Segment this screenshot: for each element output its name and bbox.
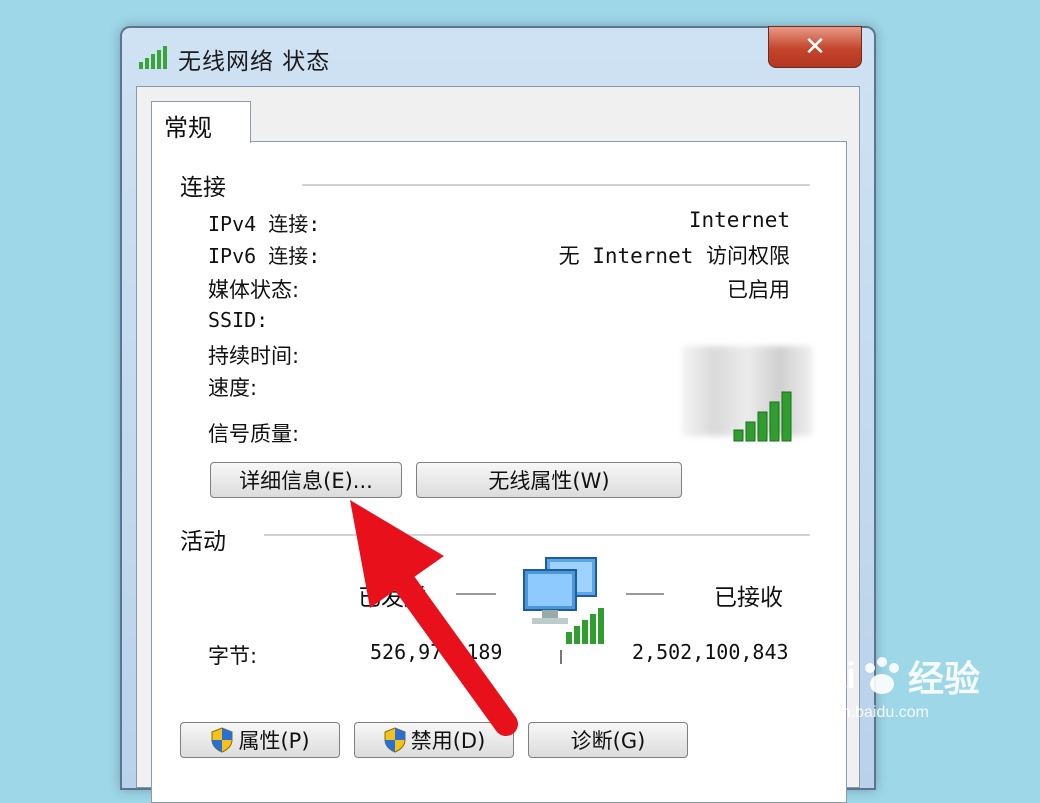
ipv6-value: 无 Internet 访问权限 [558, 244, 790, 268]
sent-label: 已发送 [358, 585, 427, 611]
wireless-properties-label: 无线属性(W) [488, 469, 610, 493]
signal-quality-label: 信号质量: [208, 422, 300, 446]
watermark-url: jingyan.baidu.com [800, 704, 929, 721]
title-bar[interactable]: 无线网络 状态 ✕ [122, 26, 874, 86]
properties-button[interactable]: 属性(P) [180, 722, 340, 758]
watermark-brand-suffix: 经验 [908, 658, 981, 699]
baidu-watermark: Bai 经验 jingyan.baidu.com [800, 650, 980, 722]
activity-separator [560, 650, 562, 664]
tab-general[interactable]: 常规 [151, 101, 251, 143]
activity-divider [264, 534, 810, 536]
bytes-label: 字节: [208, 644, 258, 668]
network-computer-icon [523, 557, 604, 644]
speed-label: 速度: [208, 376, 258, 400]
ssid-label: SSID: [208, 308, 269, 332]
duration-label: 持续时间: [208, 344, 300, 368]
bytes-sent-value: 526,973,189 [370, 640, 503, 664]
watermark-brand: Bai [800, 655, 857, 696]
uac-shield-icon [384, 727, 406, 753]
connection-divider [302, 184, 810, 186]
media-state-label: 媒体状态: [208, 278, 300, 302]
close-icon: ✕ [804, 32, 826, 62]
paw-logo-icon [865, 657, 900, 694]
wireless-status-window: 无线网络 状态 ✕ 常规 连接 IPv4 连接: Internet IPv6 连… [120, 26, 876, 803]
sent-line [456, 593, 496, 595]
close-button[interactable]: ✕ [768, 26, 862, 68]
wifi-signal-icon [139, 46, 167, 69]
diagnose-button[interactable]: 诊断(G) [528, 722, 688, 758]
ipv6-label: IPv6 连接: [208, 244, 321, 268]
connection-section-title: 连接 [180, 175, 226, 201]
tab-panel-general: 连接 IPv4 连接: Internet IPv6 连接: 无 Internet… [151, 141, 847, 803]
wireless-properties-button[interactable]: 无线属性(W) [416, 462, 682, 498]
diagnose-button-label: 诊断(G) [570, 729, 646, 753]
dialog-client-area: 常规 连接 IPv4 连接: Internet IPv6 连接: 无 Inter… [136, 86, 860, 803]
ipv4-value: Internet [688, 208, 790, 232]
bytes-received-value: 2,502,100,843 [632, 640, 789, 664]
signal-strength-icon [733, 391, 792, 442]
window-title: 无线网络 状态 [178, 49, 331, 75]
received-label: 已接收 [714, 585, 783, 611]
received-line [626, 593, 664, 595]
disable-button-label: 禁用(D) [410, 729, 486, 753]
uac-shield-icon [211, 727, 233, 753]
details-button[interactable]: 详细信息(E)... [210, 462, 402, 498]
properties-button-label: 属性(P) [238, 729, 310, 753]
media-state-value: 已启用 [727, 278, 790, 302]
ipv4-label: IPv4 连接: [208, 212, 321, 236]
disable-button[interactable]: 禁用(D) [354, 722, 514, 758]
activity-section-title: 活动 [180, 529, 226, 555]
details-button-label: 详细信息(E)... [239, 469, 373, 493]
